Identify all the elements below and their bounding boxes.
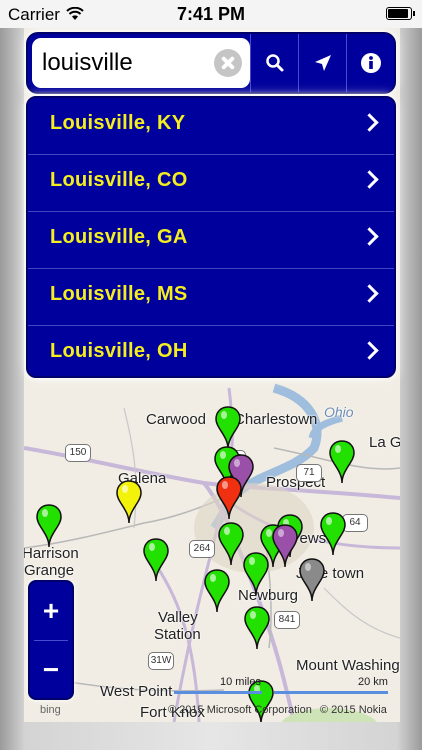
zoom-in-button[interactable]: + — [30, 582, 72, 640]
map-label-charlestown: Charlestown — [234, 411, 318, 428]
map-label-ohio: Ohio — [324, 404, 354, 420]
scale-km-label: 20 km — [358, 676, 388, 688]
scale-miles-label: 10 miles — [220, 676, 261, 688]
map-label-station: Station — [154, 626, 201, 643]
zoom-controls: + − — [28, 580, 74, 700]
bing-logo: bing — [40, 704, 61, 716]
map-label-west-point: West Point — [100, 683, 173, 700]
battery-fill — [388, 9, 408, 18]
route-shield-150: 150 — [65, 444, 91, 462]
search-button[interactable] — [250, 34, 298, 92]
chevron-right-icon — [360, 284, 379, 303]
info-button[interactable] — [346, 34, 394, 92]
result-row[interactable]: Louisville, KY — [28, 98, 394, 155]
map-pin-gray[interactable] — [299, 558, 325, 602]
map-pin[interactable] — [218, 522, 244, 566]
chevron-right-icon — [360, 227, 379, 246]
result-label: Louisville, CO — [50, 169, 188, 191]
map-pin[interactable] — [320, 512, 346, 556]
map-pin[interactable] — [36, 504, 62, 548]
route-shield-31w: 31W — [148, 652, 174, 670]
result-label: Louisville, MS — [50, 283, 188, 305]
map-pin-yellow[interactable] — [116, 480, 142, 524]
route-shield-71: 71 — [296, 464, 322, 482]
info-icon — [360, 53, 381, 73]
result-row[interactable]: Louisville, MS — [28, 269, 394, 326]
search-field[interactable] — [32, 38, 250, 88]
map-pin[interactable] — [243, 552, 269, 596]
map-label-valley: Valley — [158, 609, 198, 626]
map-label-la-grange: La G — [369, 434, 400, 451]
location-arrow-icon — [314, 55, 331, 71]
map-pin-purple[interactable] — [272, 524, 298, 568]
result-label: Louisville, OH — [50, 340, 188, 362]
nokia-copyright: © 2015 Nokia — [320, 704, 387, 716]
clear-icon[interactable] — [214, 49, 242, 77]
map-pin[interactable] — [215, 406, 241, 450]
scale-miles-bar — [174, 691, 262, 694]
microsoft-copyright: © 2015 Microsoft Corporation — [168, 704, 312, 716]
map-pin[interactable] — [329, 440, 355, 484]
scale-km-bar — [274, 691, 388, 694]
map-pin[interactable] — [143, 538, 169, 582]
locate-button[interactable] — [298, 34, 346, 92]
chevron-right-icon — [360, 170, 379, 189]
search-icon — [265, 54, 283, 72]
search-input[interactable] — [42, 48, 198, 78]
search-bar — [26, 32, 396, 94]
results-list: Louisville, KY Louisville, CO Louisville… — [26, 96, 396, 378]
route-shield-264: 264 — [189, 540, 215, 558]
chevron-right-icon — [360, 113, 379, 132]
clock: 7:41 PM — [176, 4, 246, 24]
zoom-out-button[interactable]: − — [30, 641, 72, 699]
result-label: Louisville, KY — [50, 112, 186, 134]
map-pin[interactable] — [204, 569, 230, 613]
status-bar: Carrier 7:41 PM — [0, 0, 422, 28]
result-row[interactable]: Louisville, GA — [28, 212, 394, 269]
map-pin-red[interactable] — [216, 476, 242, 520]
map-label-carwood: Carwood — [146, 411, 207, 428]
map-label-mount-washington: Mount Washington — [296, 657, 400, 674]
map-pin[interactable] — [244, 606, 270, 650]
result-row[interactable]: Louisville, OH — [28, 326, 394, 376]
route-shield-841: 841 — [274, 611, 300, 629]
chevron-right-icon — [360, 341, 379, 360]
battery-icon — [386, 7, 415, 20]
map-label-grange: Grange — [24, 562, 75, 579]
result-row[interactable]: Louisville, CO — [28, 155, 394, 212]
result-label: Louisville, GA — [50, 226, 188, 248]
